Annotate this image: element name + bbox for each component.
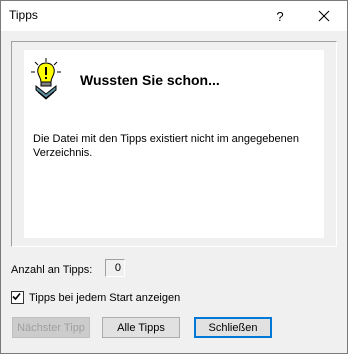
checkmark-icon (12, 292, 21, 301)
tip-frame: Wussten Sie schon... Die Datei mit den T… (11, 41, 337, 247)
lightbulb-icon (31, 58, 61, 100)
help-button[interactable]: ? (263, 1, 297, 31)
title-bar: Tipps ? (1, 1, 347, 31)
show-on-startup-option[interactable]: Tipps bei jedem Start anzeigen (11, 291, 180, 304)
close-button[interactable]: Schließen (194, 317, 272, 338)
next-tip-button[interactable]: Nächster Tipp (12, 317, 90, 338)
tip-heading: Wussten Sie schon... (80, 72, 220, 88)
close-window-button[interactable] (301, 1, 347, 31)
tips-dialog: Tipps ? Wussten Sie schon... Die Datei m… (0, 0, 348, 354)
tip-text: Die Datei mit den Tipps existiert nicht … (33, 133, 299, 159)
show-on-startup-label: Tipps bei jedem Start anzeigen (29, 291, 181, 304)
show-on-startup-checkbox[interactable] (11, 291, 24, 304)
all-tips-button[interactable]: Alle Tipps (102, 317, 180, 338)
tip-count-label: Anzahl an Tipps: (11, 264, 93, 276)
window-title: Tipps (9, 8, 38, 22)
help-icon: ? (276, 8, 284, 24)
close-icon (318, 10, 330, 22)
tip-count-field: 0 (105, 259, 125, 277)
tip-panel: Wussten Sie schon... Die Datei mit den T… (24, 50, 324, 238)
